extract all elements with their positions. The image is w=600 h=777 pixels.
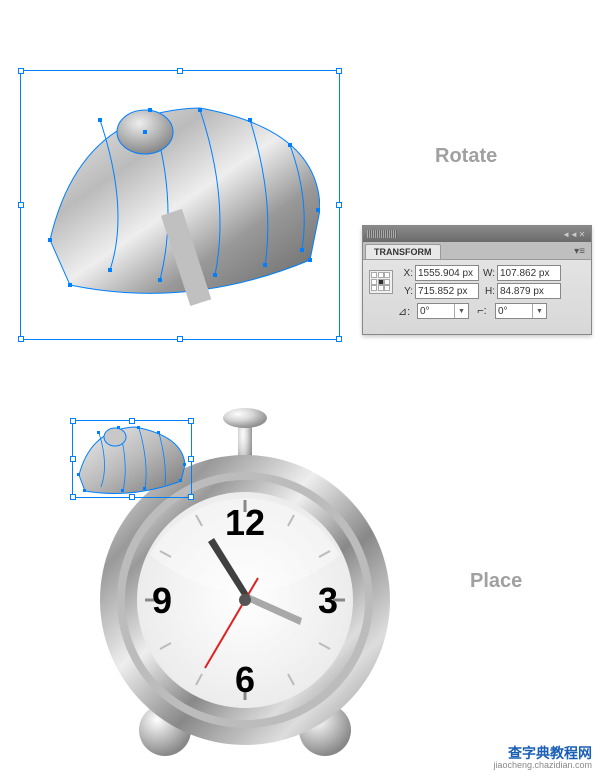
mini-handle-tl[interactable] — [70, 418, 76, 424]
handle-mid-right[interactable] — [336, 202, 342, 208]
panel-collapse-icon[interactable]: ◄◄ — [565, 229, 575, 239]
numeral-12: 12 — [225, 502, 265, 543]
mini-handle-mr[interactable] — [188, 456, 194, 462]
panel-menu-icon[interactable]: ▾≡ — [568, 244, 591, 259]
watermark-text: 查字典教程网 — [493, 746, 592, 761]
rotate-label: Rotate — [435, 145, 497, 168]
x-input[interactable]: 1555.904 px — [415, 265, 479, 281]
shear-angle-input[interactable]: 0° ▼ — [495, 303, 547, 319]
x-label: X: — [399, 268, 413, 279]
top-bell-selection — [20, 70, 370, 350]
numeral-6: 6 — [235, 659, 255, 700]
mini-handle-ml[interactable] — [70, 456, 76, 462]
transform-panel: ◄◄ ✕ TRANSFORM ▾≡ X: 1555.904 px W: 107.… — [362, 225, 592, 335]
y-input[interactable]: 715.852 px — [415, 283, 479, 299]
reference-point-grid[interactable] — [369, 270, 393, 294]
panel-tabs: TRANSFORM ▾≡ — [363, 242, 591, 260]
handle-top-mid[interactable] — [177, 68, 183, 74]
w-label: W: — [481, 268, 495, 279]
rotate-angle-icon: ⊿: — [397, 305, 411, 318]
handle-bot-left[interactable] — [18, 336, 24, 342]
numeral-9: 9 — [152, 580, 172, 621]
handle-top-right[interactable] — [336, 68, 342, 74]
mini-handle-br[interactable] — [188, 494, 194, 500]
panel-grip-icon[interactable] — [367, 230, 397, 238]
handle-top-left[interactable] — [18, 68, 24, 74]
mini-bell-bounding-box[interactable] — [72, 420, 192, 498]
mini-handle-tm[interactable] — [129, 418, 135, 424]
shear-dropdown-icon[interactable]: ▼ — [532, 304, 546, 318]
shear-angle-icon: ⌐: — [475, 305, 489, 317]
watermark-url: jiaocheng.chazidian.com — [493, 761, 592, 771]
watermark: 查字典教程网 jiaocheng.chazidian.com — [493, 746, 592, 771]
mini-handle-bm[interactable] — [129, 494, 135, 500]
bounding-box[interactable] — [20, 70, 340, 340]
h-input[interactable]: 84.879 px — [497, 283, 561, 299]
panel-titlebar[interactable]: ◄◄ ✕ — [363, 226, 591, 242]
handle-mid-left[interactable] — [18, 202, 24, 208]
mini-handle-bl[interactable] — [70, 494, 76, 500]
place-label: Place — [470, 570, 522, 593]
numeral-3: 3 — [318, 580, 338, 621]
handle-bot-mid[interactable] — [177, 336, 183, 342]
mini-handle-tr[interactable] — [188, 418, 194, 424]
transform-tab[interactable]: TRANSFORM — [365, 244, 441, 259]
panel-close-icon[interactable]: ✕ — [577, 229, 587, 239]
rotate-dropdown-icon[interactable]: ▼ — [454, 304, 468, 318]
handle-bot-right[interactable] — [336, 336, 342, 342]
rotate-angle-input[interactable]: 0° ▼ — [417, 303, 469, 319]
h-label: H: — [481, 286, 495, 297]
panel-body: X: 1555.904 px W: 107.862 px Y: 715.852 … — [363, 260, 591, 324]
w-input[interactable]: 107.862 px — [497, 265, 561, 281]
y-label: Y: — [399, 286, 413, 297]
